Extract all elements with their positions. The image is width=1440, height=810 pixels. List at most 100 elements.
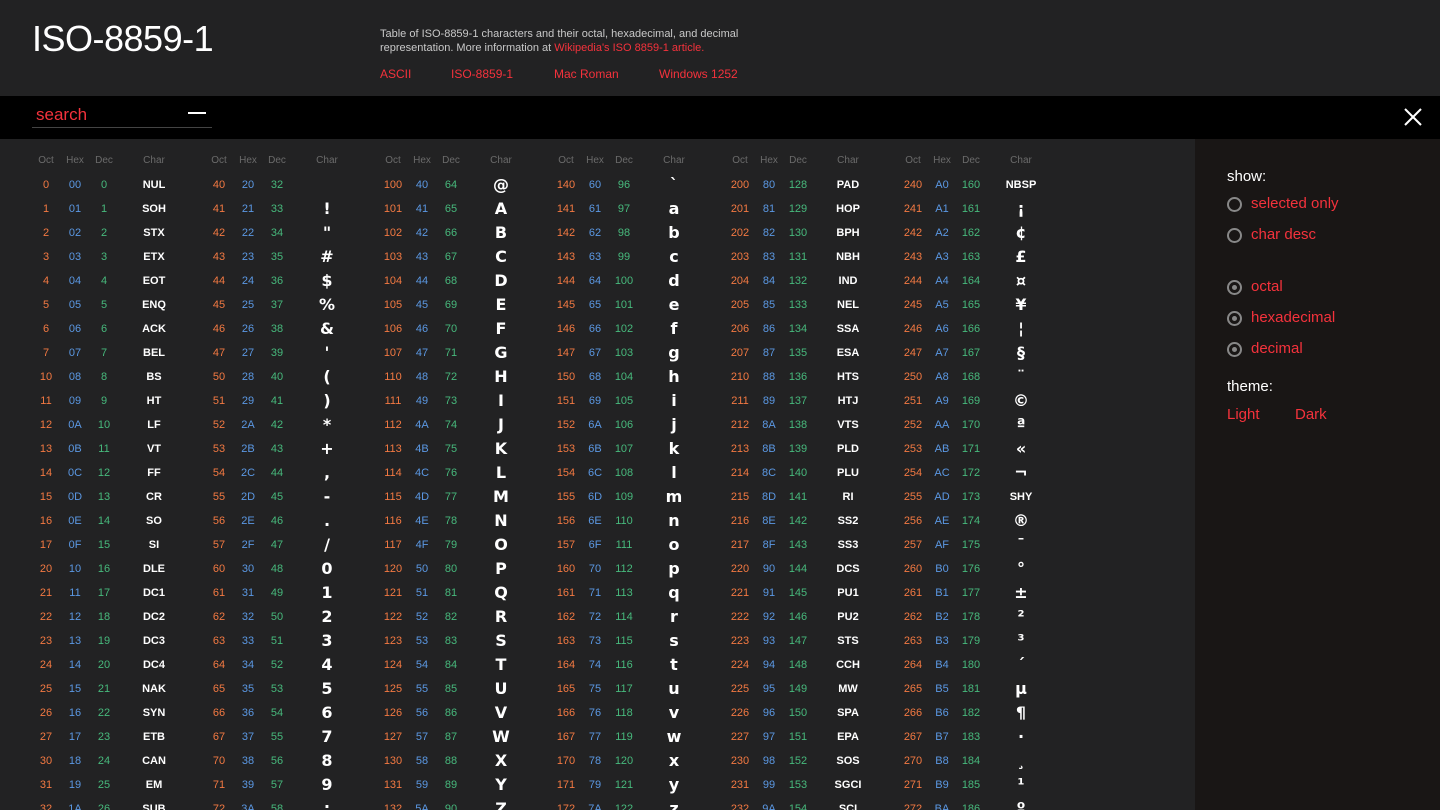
table-row[interactable]: 261 B1 177 ± xyxy=(897,581,1070,605)
radio-checked-icon[interactable] xyxy=(1227,311,1242,326)
table-row[interactable]: 4 04 4 EOT xyxy=(30,269,203,293)
table-row[interactable]: 266 B6 182 ¶ xyxy=(897,701,1070,725)
table-row[interactable]: 243 A3 163 £ xyxy=(897,245,1070,269)
table-row[interactable]: 32 1A 26 SUB xyxy=(30,797,203,810)
table-row[interactable]: 130 58 88 X xyxy=(377,749,550,773)
search-input[interactable] xyxy=(32,105,212,128)
table-row[interactable]: 212 8A 138 VTS xyxy=(724,413,897,437)
table-row[interactable]: 124 54 84 T xyxy=(377,653,550,677)
table-row[interactable]: 204 84 132 IND xyxy=(724,269,897,293)
table-row[interactable]: 7 07 7 BEL xyxy=(30,341,203,365)
table-row[interactable]: 211 89 137 HTJ xyxy=(724,389,897,413)
table-row[interactable]: 2 02 2 STX xyxy=(30,221,203,245)
table-row[interactable]: 132 5A 90 Z xyxy=(377,797,550,810)
table-row[interactable]: 225 95 149 MW xyxy=(724,677,897,701)
table-row[interactable]: 217 8F 143 SS3 xyxy=(724,533,897,557)
table-row[interactable]: 142 62 98 b xyxy=(550,221,723,245)
table-row[interactable]: 21 11 17 DC1 xyxy=(30,581,203,605)
table-row[interactable]: 151 69 105 i xyxy=(550,389,723,413)
table-row[interactable]: 65 35 53 5 xyxy=(203,677,376,701)
table-row[interactable]: 207 87 135 ESA xyxy=(724,341,897,365)
table-row[interactable]: 30 18 24 CAN xyxy=(30,749,203,773)
table-row[interactable]: 3 03 3 ETX xyxy=(30,245,203,269)
table-row[interactable]: 264 B4 180 ´ xyxy=(897,653,1070,677)
table-row[interactable]: 150 68 104 h xyxy=(550,365,723,389)
table-row[interactable]: 213 8B 139 PLD xyxy=(724,437,897,461)
table-row[interactable]: 251 A9 169 © xyxy=(897,389,1070,413)
table-row[interactable]: 267 B7 183 · xyxy=(897,725,1070,749)
table-row[interactable]: 165 75 117 u xyxy=(550,677,723,701)
table-row[interactable]: 141 61 97 a xyxy=(550,197,723,221)
radio-icon[interactable] xyxy=(1227,228,1242,243)
table-row[interactable]: 255 AD 173 SHY xyxy=(897,485,1070,509)
table-row[interactable]: 104 44 68 D xyxy=(377,269,550,293)
table-row[interactable]: 43 23 35 # xyxy=(203,245,376,269)
nav-link-mac-roman[interactable]: Mac Roman xyxy=(554,67,619,81)
table-row[interactable]: 60 30 48 0 xyxy=(203,557,376,581)
table-row[interactable]: 27 17 23 ETB xyxy=(30,725,203,749)
table-row[interactable]: 123 53 83 S xyxy=(377,629,550,653)
theme-light-link[interactable]: Light xyxy=(1227,406,1260,423)
table-row[interactable]: 244 A4 164 ¤ xyxy=(897,269,1070,293)
table-row[interactable]: 10 08 8 BS xyxy=(30,365,203,389)
table-row[interactable]: 271 B9 185 ¹ xyxy=(897,773,1070,797)
table-row[interactable]: 40 20 32 xyxy=(203,173,376,197)
table-row[interactable]: 215 8D 141 RI xyxy=(724,485,897,509)
table-row[interactable]: 245 A5 165 ¥ xyxy=(897,293,1070,317)
table-row[interactable]: 250 A8 168 ¨ xyxy=(897,365,1070,389)
table-row[interactable]: 122 52 82 R xyxy=(377,605,550,629)
table-row[interactable]: 13 0B 11 VT xyxy=(30,437,203,461)
table-row[interactable]: 16 0E 14 SO xyxy=(30,509,203,533)
table-row[interactable]: 131 59 89 Y xyxy=(377,773,550,797)
table-row[interactable]: 56 2E 46. xyxy=(203,509,376,533)
table-row[interactable]: 262 B2 178 ² xyxy=(897,605,1070,629)
table-row[interactable]: 64 34 52 4 xyxy=(203,653,376,677)
table-row[interactable]: 71 39 57 9 xyxy=(203,773,376,797)
table-row[interactable]: 145 65 101 e xyxy=(550,293,723,317)
radio-checked-icon[interactable] xyxy=(1227,342,1242,357)
table-row[interactable]: 23 13 19 DC3 xyxy=(30,629,203,653)
table-row[interactable]: 144 64 100 d xyxy=(550,269,723,293)
table-row[interactable]: 155 6D 109 m xyxy=(550,485,723,509)
table-row[interactable]: 52 2A 42 * xyxy=(203,413,376,437)
table-row[interactable]: 57 2F 47 / xyxy=(203,533,376,557)
table-row[interactable]: 200 80 128 PAD xyxy=(724,173,897,197)
table-row[interactable]: 143 63 99 c xyxy=(550,245,723,269)
table-row[interactable]: 170 78 120 x xyxy=(550,749,723,773)
table-row[interactable]: 47 27 39 ' xyxy=(203,341,376,365)
table-row[interactable]: 157 6F 111 o xyxy=(550,533,723,557)
table-row[interactable]: 20 10 16 DLE xyxy=(30,557,203,581)
table-row[interactable]: 146 66 102 f xyxy=(550,317,723,341)
table-row[interactable]: 164 74 116 t xyxy=(550,653,723,677)
table-row[interactable]: 106 46 70 F xyxy=(377,317,550,341)
table-row[interactable]: 201 81 129 HOP xyxy=(724,197,897,221)
table-row[interactable]: 66 36 54 6 xyxy=(203,701,376,725)
table-row[interactable]: 210 88 136 HTS xyxy=(724,365,897,389)
table-row[interactable]: 101 41 65 A xyxy=(377,197,550,221)
table-row[interactable]: 41 21 33! xyxy=(203,197,376,221)
table-row[interactable]: 221 91 145 PU1 xyxy=(724,581,897,605)
table-row[interactable]: 53 2B 43 + xyxy=(203,437,376,461)
table-row[interactable]: 72 3A 58: xyxy=(203,797,376,810)
table-row[interactable]: 1 01 1 SOH xyxy=(30,197,203,221)
table-row[interactable]: 247 A7 167 § xyxy=(897,341,1070,365)
table-row[interactable]: 105 45 69 E xyxy=(377,293,550,317)
table-row[interactable]: 42 22 34 " xyxy=(203,221,376,245)
table-row[interactable]: 45 25 37% xyxy=(203,293,376,317)
table-row[interactable]: 46 26 38 & xyxy=(203,317,376,341)
table-row[interactable]: 232 9A 154 SCI xyxy=(724,797,897,810)
table-row[interactable]: 152 6A 106 j xyxy=(550,413,723,437)
nav-link-ascii[interactable]: ASCII xyxy=(380,67,411,81)
table-row[interactable]: 125 55 85 U xyxy=(377,677,550,701)
table-row[interactable]: 263 B3 179 ³ xyxy=(897,629,1070,653)
table-row[interactable]: 171 79 121 y xyxy=(550,773,723,797)
table-row[interactable]: 120 50 80 P xyxy=(377,557,550,581)
table-row[interactable]: 156 6E 110 n xyxy=(550,509,723,533)
table-row[interactable]: 67 37 55 7 xyxy=(203,725,376,749)
table-row[interactable]: 226 96 150 SPA xyxy=(724,701,897,725)
table-row[interactable]: 117 4F 79 O xyxy=(377,533,550,557)
table-row[interactable]: 257 AF 175 ¯ xyxy=(897,533,1070,557)
table-row[interactable]: 61 31 49 1 xyxy=(203,581,376,605)
minus-icon[interactable] xyxy=(188,112,206,114)
table-row[interactable]: 113 4B 75 K xyxy=(377,437,550,461)
